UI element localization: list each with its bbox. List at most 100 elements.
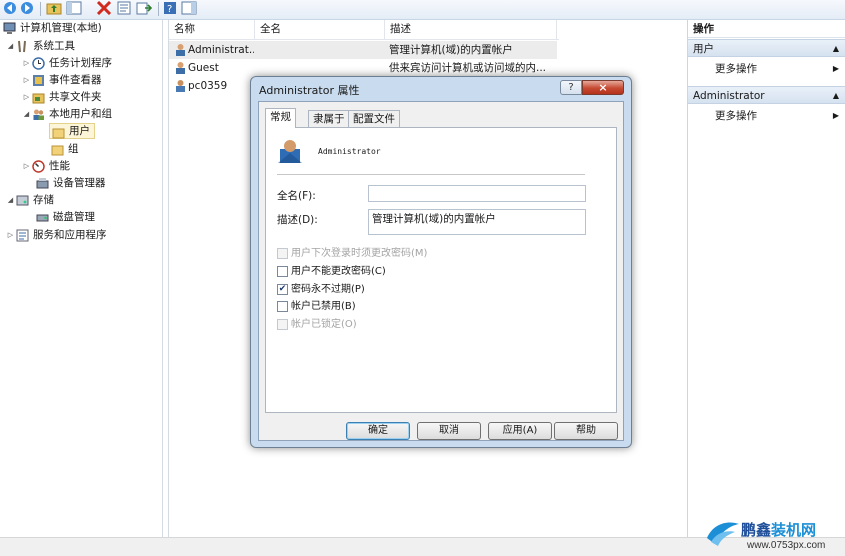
collapse-arrow-icon[interactable]: ◢ xyxy=(6,192,15,209)
back-icon[interactable] xyxy=(3,1,17,15)
fullname-field[interactable] xyxy=(368,185,586,202)
expand-arrow-icon[interactable]: ▷ xyxy=(22,55,31,72)
tree-item-disk-management[interactable]: 磁盘管理 xyxy=(35,209,95,226)
up-folder-icon[interactable] xyxy=(46,1,62,15)
actions-pane: 操作 用户 ▲ 更多操作 ▶ Administrator ▲ 更多操作 ▶ xyxy=(687,20,845,537)
toolbar: ? xyxy=(0,0,845,20)
checkbox-must-change-password[interactable]: 用户下次登录时须更改密码(M) xyxy=(277,246,427,261)
storage-icon xyxy=(16,195,29,206)
watermark-url: www.0753px.com xyxy=(747,540,826,551)
tree-item-performance[interactable]: ▷ 性能 xyxy=(22,158,70,175)
tree-label: 共享文件夹 xyxy=(49,91,102,103)
tree-label: 系统工具 xyxy=(33,40,75,52)
checkbox-account-locked[interactable]: 帐户已锁定(O) xyxy=(277,317,357,332)
submenu-arrow-icon: ▶ xyxy=(832,111,839,120)
collapse-arrow-icon[interactable]: ◢ xyxy=(6,38,15,55)
cancel-button[interactable]: 取消 xyxy=(417,422,481,440)
tree-item-event-viewer[interactable]: ▷ 事件查看器 xyxy=(22,72,102,89)
device-manager-icon xyxy=(36,178,49,189)
collapse-up-icon[interactable]: ▲ xyxy=(833,87,839,105)
row-name: pc0359 xyxy=(188,80,228,92)
table-row[interactable]: Administrat... 管理计算机(域)的内置帐户 xyxy=(169,41,557,59)
description-label: 描述(D): xyxy=(277,214,318,226)
tab-member-of[interactable]: 隶属于 xyxy=(308,110,350,127)
tree-item-services-apps[interactable]: ▷ 服务和应用程序 xyxy=(6,227,107,244)
shared-folder-icon xyxy=(32,93,45,104)
tab-general[interactable]: 常规 xyxy=(265,108,296,128)
row-name: Administrat... xyxy=(188,44,254,56)
checkbox-box[interactable] xyxy=(277,266,288,277)
tree-item-device-manager[interactable]: 设备管理器 xyxy=(35,175,106,192)
checkbox-account-disabled[interactable]: 帐户已禁用(B) xyxy=(277,299,356,314)
expand-arrow-icon[interactable]: ▷ xyxy=(22,89,31,106)
tree-label: 本地用户和组 xyxy=(49,108,112,120)
tab-profile[interactable]: 配置文件 xyxy=(348,110,400,127)
checkbox-box[interactable] xyxy=(277,248,288,259)
fullname-label: 全名(F): xyxy=(277,190,316,202)
tree-item-task-scheduler[interactable]: ▷ 任务计划程序 xyxy=(22,55,112,72)
properties-dialog: Administrator 属性 ? × 常规 隶属于 配置文件 Adminis… xyxy=(250,76,632,448)
tree-item-shared-folders[interactable]: ▷ 共享文件夹 xyxy=(22,89,102,106)
users-group-icon xyxy=(33,109,44,120)
tree-label: 用户 xyxy=(69,125,90,137)
delete-icon[interactable] xyxy=(96,1,112,15)
expand-arrow-icon[interactable]: ▷ xyxy=(22,72,31,89)
folder-icon xyxy=(51,145,64,156)
watermark-brand-accent: 装机网 xyxy=(771,521,817,539)
close-button[interactable]: × xyxy=(582,80,624,95)
more-actions-administrator[interactable]: 更多操作 ▶ xyxy=(688,107,845,125)
clock-icon xyxy=(32,57,45,70)
apply-button[interactable]: 应用(A) xyxy=(488,422,552,440)
column-header-fullname[interactable]: 全名 xyxy=(255,20,385,39)
action-label: 更多操作 xyxy=(715,63,757,75)
collapse-up-icon[interactable]: ▲ xyxy=(833,40,839,58)
tree-item-computer-management[interactable]: 计算机管理(本地) xyxy=(2,20,102,37)
general-tab-panel: Administrator 全名(F): 描述(D): 管理计算机(域)的内置帐… xyxy=(265,127,617,413)
tree-label: 设备管理器 xyxy=(53,177,106,189)
checkbox-label: 用户不能更改密码(C) xyxy=(291,266,386,277)
export-icon[interactable] xyxy=(136,1,152,15)
user-account-icon xyxy=(278,140,302,163)
ok-button[interactable]: 确定 xyxy=(346,422,410,440)
row-name: Guest xyxy=(188,62,219,74)
show-hide-action-pane-icon[interactable] xyxy=(181,1,197,15)
forward-icon[interactable] xyxy=(20,1,34,15)
checkbox-cannot-change-password[interactable]: 用户不能更改密码(C) xyxy=(277,264,386,279)
watermark-brand-plain: 鹏鑫 xyxy=(741,521,772,539)
checkbox-box[interactable] xyxy=(277,301,288,312)
tree-item-storage[interactable]: ◢ 存储 xyxy=(6,192,54,209)
tree-item-groups[interactable]: 组 xyxy=(50,141,79,158)
help-icon[interactable]: ? xyxy=(163,1,177,15)
list-header: 名称 全名 描述 xyxy=(169,20,559,40)
description-field[interactable]: 管理计算机(域)的内置帐户 xyxy=(368,209,586,235)
tree-item-local-users-groups[interactable]: ◢ 本地用户和组 xyxy=(22,106,112,123)
tree-item-users[interactable]: 用户 xyxy=(49,123,95,140)
row-description: 供来宾访问计算机或访问域的内... xyxy=(389,62,547,74)
tree-label: 磁盘管理 xyxy=(53,211,95,223)
dialog-help-button[interactable]: 帮助 xyxy=(554,422,618,440)
divider xyxy=(277,174,585,175)
submenu-arrow-icon: ▶ xyxy=(832,64,839,73)
folder-icon xyxy=(52,128,65,139)
checkbox-label: 用户下次登录时须更改密码(M) xyxy=(291,248,428,259)
tree-item-system-tools[interactable]: ◢ 系统工具 xyxy=(6,38,75,55)
user-icon xyxy=(176,62,185,74)
tree-label: 性能 xyxy=(49,160,70,172)
help-button[interactable]: ? xyxy=(560,80,582,95)
action-group-users[interactable]: 用户 ▲ xyxy=(688,39,845,57)
table-row[interactable]: Guest 供来宾访问计算机或访问域的内... xyxy=(169,59,557,77)
checkbox-password-never-expires[interactable]: ✔ 密码永不过期(P) xyxy=(277,282,365,297)
checkmark-icon[interactable]: ✔ xyxy=(277,284,288,295)
tree-label: 组 xyxy=(68,143,79,155)
expand-arrow-icon[interactable]: ▷ xyxy=(22,158,31,175)
properties-icon[interactable] xyxy=(116,1,132,15)
column-header-description[interactable]: 描述 xyxy=(385,20,557,39)
more-actions-users[interactable]: 更多操作 ▶ xyxy=(688,60,845,78)
column-header-name[interactable]: 名称 xyxy=(169,20,255,39)
expand-arrow-icon[interactable]: ▷ xyxy=(6,227,15,244)
action-group-administrator[interactable]: Administrator ▲ xyxy=(688,86,845,104)
user-icon xyxy=(176,44,185,56)
checkbox-box[interactable] xyxy=(277,319,288,330)
collapse-arrow-icon[interactable]: ◢ xyxy=(22,106,31,123)
show-hide-tree-icon[interactable] xyxy=(66,1,82,15)
